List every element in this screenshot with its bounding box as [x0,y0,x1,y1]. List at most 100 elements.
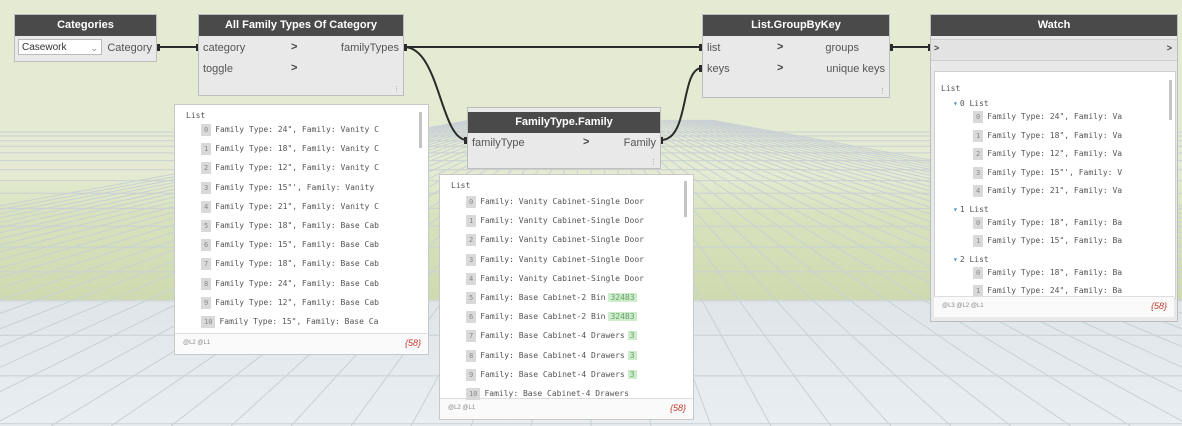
list-item[interactable]: 6 Family Type: 15", Family: Base Cab [201,238,379,252]
list-item[interactable]: 9 Family: Base Cabinet-4 Drawers 3 [466,368,637,381]
list-item-text: Family Type: 24", Family: Ba [987,286,1123,295]
list-item-text: Family Type: 12", Family: Va [987,149,1123,158]
list-item[interactable]: 4 Family Type: 21", Family: Vanity C [201,200,379,213]
list-item-text: Family Type: 12", Family: Vanity C [215,163,379,173]
chevron-right-icon: > [934,43,940,53]
tree-group[interactable]: ▾ 1 List [953,203,989,216]
item-count: {58} [404,338,421,348]
list-item[interactable]: 1 Family: Vanity Cabinet-Single Door [466,214,644,228]
list-item-text: Family: Vanity Cabinet-Single Door [480,197,644,206]
wire-family-keys [660,67,703,141]
resize-grip-icon[interactable]: ⋮ [393,85,400,93]
list-index: 8 [201,277,212,290]
familytype-family-node[interactable]: FamilyType.Family familyType > Family ⋮ [467,107,661,169]
list-index: 10 [201,316,216,328]
list-index: 0 [973,266,984,279]
list-groupbykey-node[interactable]: List.GroupByKey list > keys > groups uni… [702,14,890,98]
list-item[interactable]: 3 Family: Vanity Cabinet-Single Door [466,253,644,266]
expand-arrow-icon[interactable]: ▾ [953,99,958,108]
list-item-text: Family Type: 18", Family: Base Cab [215,259,379,269]
list-index: 1 [201,143,212,156]
list-item[interactable]: 3 Family Type: 15"', Family: V [973,166,1122,179]
input-port-category[interactable]: category [199,39,245,57]
list-index: 6 [201,239,212,252]
list-item-text: Family: Vanity Cabinet-Single Door [480,273,644,283]
list-item-value: 3 [627,350,637,360]
tree-group[interactable]: ▾ 2 List [953,253,989,266]
categories-node[interactable]: Categories Casework ⌄ Category [14,14,157,62]
list-item[interactable]: 0 Family Type: 18", Family: Ba [973,216,1122,229]
list-index: 6 [466,311,477,324]
chevron-right-icon: > [777,62,784,74]
input-port-list[interactable]: list [703,39,720,57]
list-item[interactable]: 2 Family: Vanity Cabinet-Single Door [466,233,644,247]
scrollbar[interactable] [1169,80,1172,120]
list-item[interactable]: 4 Family Type: 21", Family: Va [973,184,1122,197]
preview-list-header: List [451,181,471,190]
list-item[interactable]: 0 Family Type: 18", Family: Ba [973,266,1122,279]
list-item[interactable]: 1 Family Type: 15", Family: Ba [973,234,1122,247]
list-item[interactable]: 1 Family Type: 18", Family: Vanity C [201,142,379,156]
list-item[interactable]: 10 Family Type: 15", Family: Base Ca [201,315,378,328]
list-index: 3 [973,166,984,179]
output-port-family[interactable]: Family [624,134,660,152]
all-family-types-node[interactable]: All Family Types Of Category category > … [198,14,404,96]
list-index: 5 [466,292,477,304]
list-item[interactable]: 0 Family Type: 24", Family: Vanity C [201,123,379,136]
node-title: All Family Types Of Category [199,15,403,36]
list-item[interactable]: 5 Family: Base Cabinet-2 Bin 32483 [466,291,637,304]
item-count: {58} [1150,301,1167,311]
preview-familytypes[interactable]: List @L2 @L1 {58} 0 Family Type: 24", Fam… [174,104,429,355]
output-port-category[interactable]: Category [107,39,156,57]
list-item[interactable]: 0 Family Type: 24", Family: Va [973,110,1122,123]
input-port-keys[interactable]: keys [703,60,730,78]
list-index: 7 [466,330,477,343]
list-item[interactable]: 9 Family Type: 12", Family: Base Cab [201,296,379,309]
input-port-toggle[interactable]: toggle [199,60,233,78]
expand-arrow-icon[interactable]: ▾ [953,205,958,214]
list-item[interactable]: 10 Family: Base Cabinet-4 Drawers [466,387,629,400]
list-levels: @L2 @L1 [183,340,211,346]
list-item[interactable]: 5 Family Type: 18", Family: Base Cab [201,219,379,232]
item-count: {58} [669,403,686,413]
list-index: 8 [466,349,477,362]
list-item-value: 3 [627,331,637,341]
output-port-groups[interactable]: groups [825,39,859,57]
list-item-text: Family: Base Cabinet-4 Drawers [480,331,625,341]
list-item[interactable]: 6 Family: Base Cabinet-2 Bin 32483 [466,310,637,324]
list-item-text: Family Type: 18", Family: Ba [987,217,1123,227]
input-port-familytype[interactable]: familyType [468,134,525,152]
list-item[interactable]: 2 Family Type: 12", Family: Va [973,147,1122,160]
resize-grip-icon[interactable]: ⋮ [879,87,886,95]
resize-grip-icon[interactable]: ⋮ [650,158,657,166]
list-item[interactable]: 2 Family Type: 12", Family: Vanity C [201,161,379,175]
output-port-unique-keys[interactable]: unique keys [826,60,889,78]
tree-group[interactable]: ▾ 0 List [953,97,989,110]
list-item[interactable]: 7 Family Type: 18", Family: Base Cab [201,257,379,271]
watch-port-bar[interactable]: > > [931,39,1177,61]
scrollbar[interactable] [684,181,687,217]
watch-preview[interactable]: List ▾ 0 List 0 Family Type: 24", Family: V… [934,71,1176,299]
chevron-right-icon: > [1166,43,1172,53]
expand-arrow-icon[interactable]: ▾ [953,255,958,264]
list-item[interactable]: 7 Family: Base Cabinet-4 Drawers 3 [466,329,637,343]
list-item-text: Family Type: 15"', Family: V [987,167,1123,177]
category-dropdown[interactable]: Casework ⌄ [18,39,102,55]
list-item[interactable]: 3 Family Type: 15"', Family: Vanity [201,181,374,194]
list-item-text: Family: Base Cabinet-4 Drawers [484,389,629,398]
list-item[interactable]: 8 Family Type: 24", Family: Base Cab [201,277,379,290]
list-item[interactable]: 0 Family: Vanity Cabinet-Single Door [466,195,644,208]
list-index: 9 [201,296,212,309]
list-index: 1 [973,129,984,142]
list-item[interactable]: 8 Family: Base Cabinet-4 Drawers 3 [466,349,637,362]
list-item[interactable]: 4 Family: Vanity Cabinet-Single Door [466,272,644,285]
list-index: 1 [973,235,984,247]
list-item[interactable]: 1 Family Type: 18", Family: Va [973,129,1122,142]
watch-node[interactable]: Watch > > List ▾ 0 List 0 Family Type: 24",… [930,14,1178,322]
scrollbar[interactable] [419,112,422,148]
watch-list-header: List [941,84,961,93]
dropdown-value: Casework [22,42,67,53]
output-port-familytypes[interactable]: familyTypes [341,39,403,57]
preview-family[interactable]: List @L2 @L1 {58} 0 Family: Vanity Cabine… [439,174,694,420]
list-index: 5 [201,220,212,232]
